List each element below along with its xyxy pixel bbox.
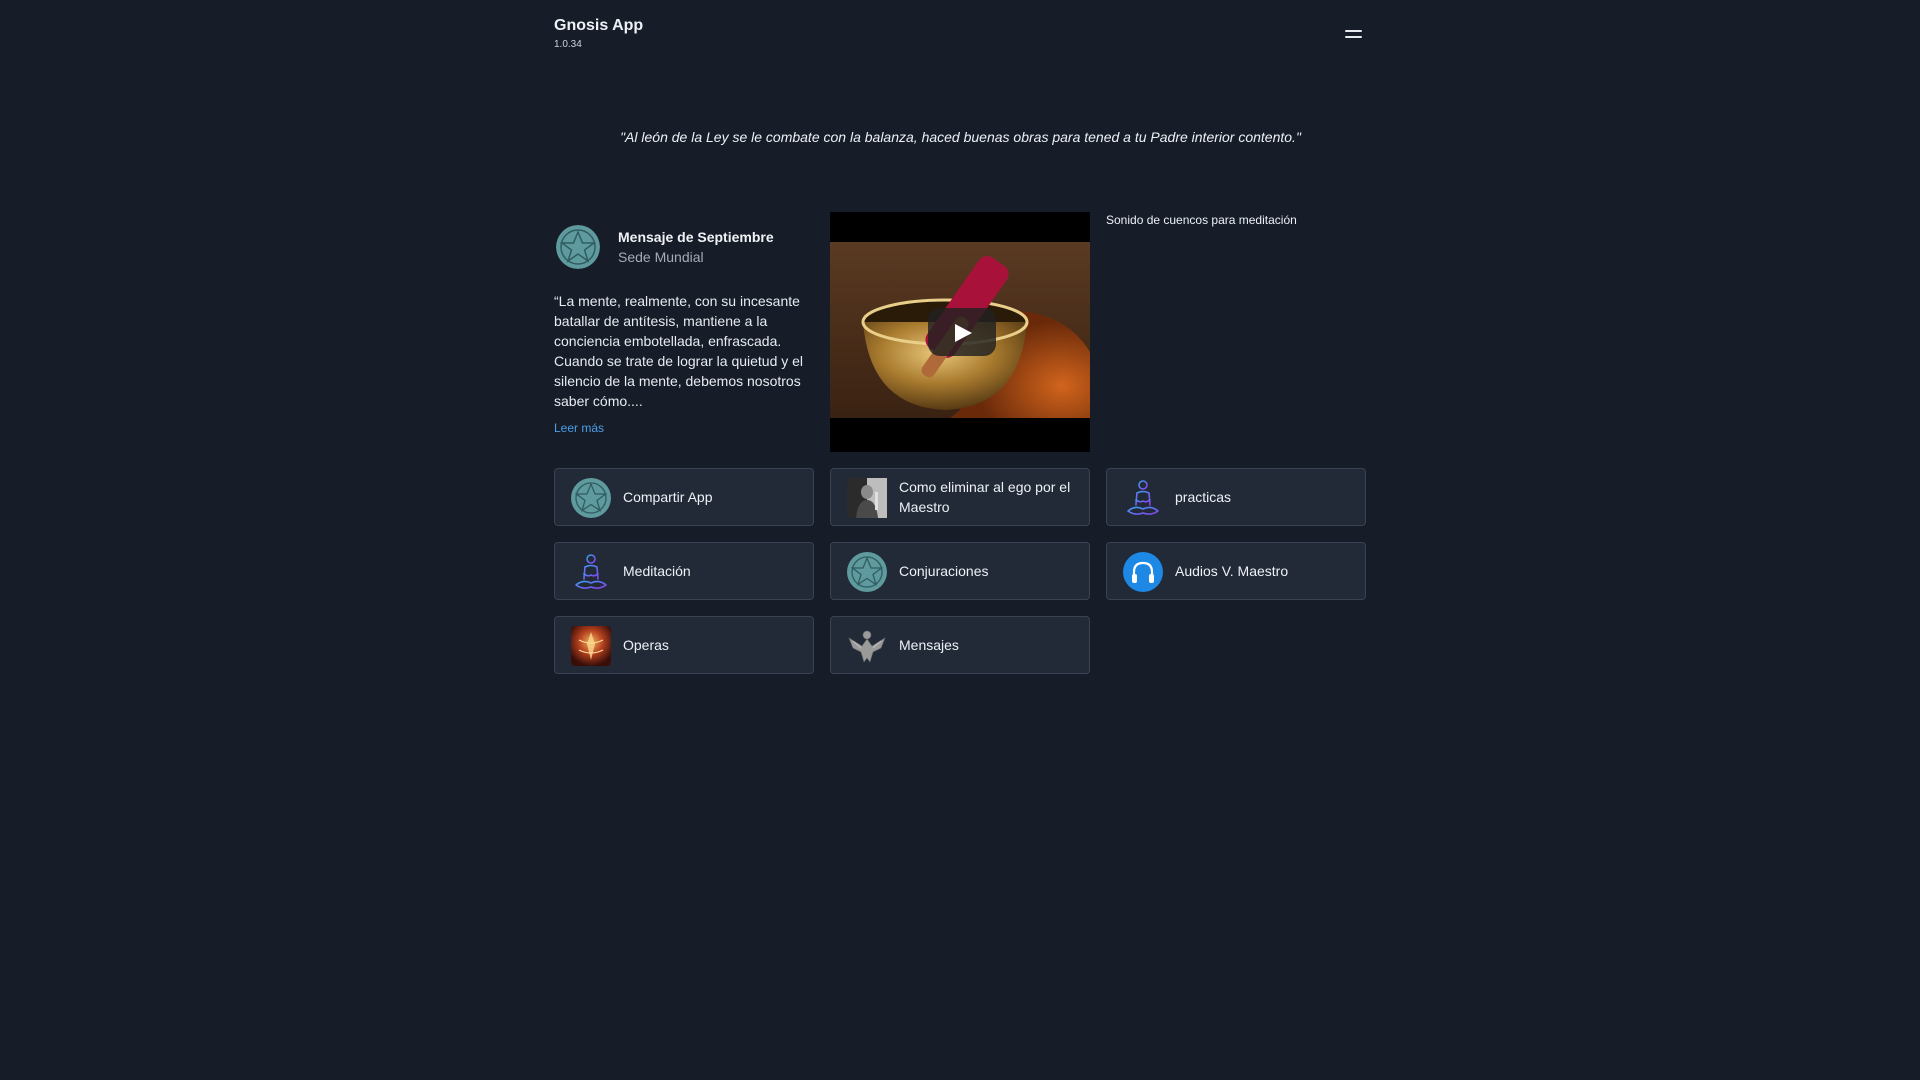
operas-button[interactable]: Operas xyxy=(554,616,814,674)
menu-line xyxy=(1345,30,1362,32)
pentagram-icon xyxy=(847,552,887,592)
meditation-button[interactable]: Meditación xyxy=(554,542,814,600)
read-more-link[interactable]: Leer más xyxy=(554,421,604,435)
message-body: “La mente, realmente, con su incesante b… xyxy=(554,293,804,409)
play-icon[interactable] xyxy=(928,308,996,356)
tile-label: practicas xyxy=(1175,489,1232,505)
tile-label: Audios V. Maestro xyxy=(1175,563,1289,579)
eagle-emblem-icon xyxy=(848,630,886,663)
audio-title: Sonido de cuencos para meditación xyxy=(1106,213,1297,227)
master-photo-icon xyxy=(847,478,887,518)
messages-button[interactable]: Mensajes xyxy=(830,616,1090,674)
meditation-figure-icon xyxy=(1127,480,1159,515)
app-title: Gnosis App xyxy=(554,17,644,34)
tile-label: Conjuraciones xyxy=(899,563,989,579)
conjurations-button[interactable]: Conjuraciones xyxy=(830,542,1090,600)
tile-label: Mensajes xyxy=(899,637,959,653)
pentagram-icon xyxy=(556,225,600,269)
header: Gnosis App 1.0.34 xyxy=(554,17,1367,57)
message-subtitle: Sede Mundial xyxy=(618,249,704,265)
practices-button[interactable]: practicas xyxy=(1106,468,1366,526)
headphones-icon xyxy=(1123,552,1163,592)
share-app-button[interactable]: Compartir App xyxy=(554,468,814,526)
master-audios-button[interactable]: Audios V. Maestro xyxy=(1106,542,1366,600)
main-container: Gnosis App 1.0.34 "Al león de la Ley se … xyxy=(554,0,1367,1080)
message-title: Mensaje de Septiembre xyxy=(618,229,774,245)
tile-label: Meditación xyxy=(623,563,691,579)
tile-label: Compartir App xyxy=(623,489,713,505)
video-player[interactable] xyxy=(830,212,1090,452)
daily-quote: "Al león de la Ley se le combate con la … xyxy=(620,129,1301,145)
meditation-figure-icon xyxy=(575,554,607,589)
app-version: 1.0.34 xyxy=(554,39,582,50)
opera-art-icon xyxy=(571,626,611,666)
hamburger-menu-icon[interactable] xyxy=(1344,25,1364,43)
tile-label: Como eliminar al ego por el Maestro xyxy=(899,479,1071,515)
menu-line xyxy=(1345,36,1362,38)
eliminate-ego-button[interactable]: Como eliminar al ego por el Maestro xyxy=(830,468,1090,526)
pentagram-icon xyxy=(571,478,611,518)
tile-label: Operas xyxy=(623,637,669,653)
